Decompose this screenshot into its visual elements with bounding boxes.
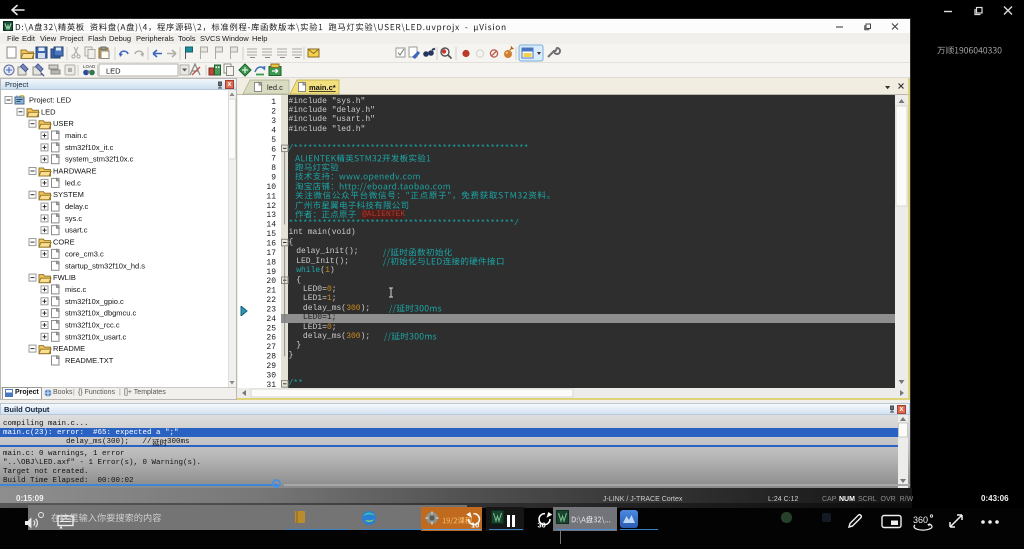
svg-text:7: 7 bbox=[271, 155, 276, 164]
svg-text:15: 15 bbox=[266, 230, 276, 239]
svg-text:13: 13 bbox=[266, 211, 276, 220]
svg-text:3: 3 bbox=[271, 117, 276, 126]
svg-text:9: 9 bbox=[271, 174, 276, 183]
svg-text:17: 17 bbox=[266, 249, 276, 258]
svg-text:20: 20 bbox=[266, 277, 276, 286]
svg-text:25: 25 bbox=[266, 324, 276, 333]
svg-text:16: 16 bbox=[266, 240, 276, 249]
svg-text:28: 28 bbox=[266, 353, 276, 362]
svg-text:23: 23 bbox=[266, 305, 276, 314]
svg-text:19: 19 bbox=[266, 268, 276, 277]
svg-text:22: 22 bbox=[266, 296, 276, 305]
svg-text:1: 1 bbox=[271, 98, 276, 107]
svg-text:24: 24 bbox=[266, 315, 276, 324]
svg-text:26: 26 bbox=[266, 334, 276, 343]
svg-text:8: 8 bbox=[271, 164, 276, 173]
svg-text:27: 27 bbox=[266, 343, 276, 352]
svg-text:30: 30 bbox=[538, 521, 546, 530]
svg-text:18: 18 bbox=[266, 258, 276, 267]
svg-text:5: 5 bbox=[271, 136, 276, 145]
svg-text:6: 6 bbox=[271, 145, 276, 154]
svg-text:14: 14 bbox=[266, 221, 276, 230]
svg-text:2: 2 bbox=[271, 108, 276, 117]
svg-text:360: 360 bbox=[913, 515, 928, 525]
svg-text:10: 10 bbox=[266, 183, 276, 192]
svg-text:4: 4 bbox=[271, 127, 276, 136]
svg-text:21: 21 bbox=[266, 287, 276, 296]
svg-text:11: 11 bbox=[266, 192, 276, 201]
svg-text:29: 29 bbox=[266, 362, 276, 371]
svg-text:30: 30 bbox=[266, 371, 276, 380]
svg-text:12: 12 bbox=[266, 202, 276, 211]
